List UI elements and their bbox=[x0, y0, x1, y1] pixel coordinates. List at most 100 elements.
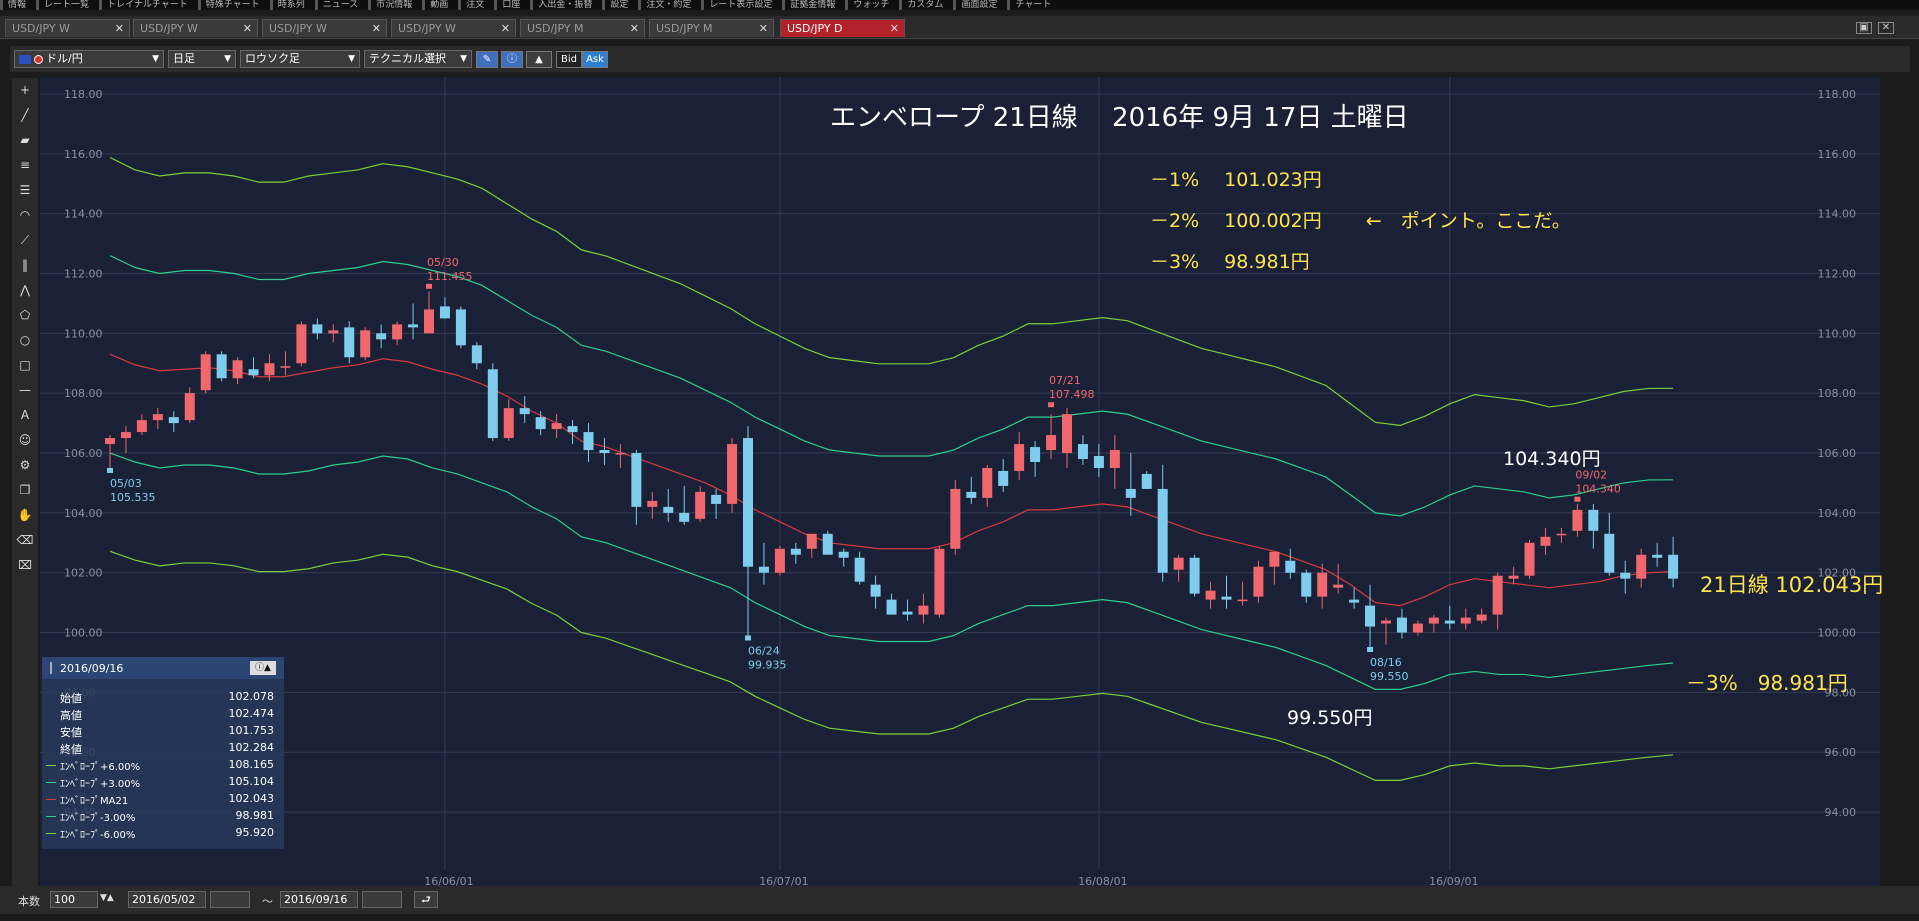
candle-body bbox=[790, 548, 801, 555]
to-time-input[interactable] bbox=[362, 891, 402, 908]
candle-body bbox=[1301, 572, 1312, 597]
apply-icon[interactable]: ⮐ bbox=[414, 891, 438, 908]
candle-body bbox=[663, 506, 674, 513]
candle-body bbox=[1030, 447, 1041, 462]
info-row: ｴﾝﾍﾞﾛｰﾌﾟ+3.00% 105.104 bbox=[42, 774, 284, 791]
candle-body bbox=[1668, 554, 1679, 579]
y-tick-label-right: 114.00 bbox=[1818, 208, 1857, 221]
candle-body bbox=[743, 438, 753, 567]
y-tick-label-right: 104.00 bbox=[1818, 507, 1857, 520]
y-tick-label-left: 112.00 bbox=[64, 268, 103, 281]
info-row-value: 102.284 bbox=[228, 741, 275, 754]
candle-body bbox=[296, 324, 307, 364]
candle-body bbox=[599, 450, 610, 454]
candle-body bbox=[1492, 575, 1503, 615]
info-row-label: 始値 bbox=[60, 692, 82, 705]
y-tick-label-left: 114.00 bbox=[64, 208, 103, 221]
candle-body bbox=[1237, 599, 1248, 602]
candle-body bbox=[408, 324, 419, 328]
y-tick-label-right: 112.00 bbox=[1818, 268, 1857, 281]
info-row: 終値 102.284 bbox=[42, 740, 284, 757]
candle-body bbox=[1173, 557, 1184, 570]
stepper-icon[interactable]: ▼▲ bbox=[100, 893, 114, 903]
candle-body bbox=[854, 557, 865, 582]
extreme-marker bbox=[1574, 496, 1581, 502]
from-date-input[interactable]: 2016/05/02 bbox=[128, 891, 206, 908]
candlestick-chart[interactable]: 118.00 118.00 116.00 116.00 114.00 114.00 112.… bbox=[0, 0, 1919, 921]
candle-body bbox=[567, 426, 578, 433]
candle-body bbox=[679, 512, 690, 522]
candle-body bbox=[695, 491, 706, 519]
candle-body bbox=[727, 444, 738, 504]
ohlc-info-panel: 2016/09/16 ⓘ▲ 始値 102.078 高値 102.474 安値 101.75… bbox=[42, 657, 284, 849]
extreme-value-label: 111.455 bbox=[427, 270, 473, 283]
extreme-value-label: 105.535 bbox=[110, 491, 156, 504]
from-time-input[interactable] bbox=[210, 891, 250, 908]
candle-body bbox=[184, 393, 195, 421]
extreme-date-label: 08/16 bbox=[1370, 656, 1402, 669]
info-collapse-icon[interactable]: ⓘ▲ bbox=[250, 661, 276, 675]
candle-body bbox=[918, 605, 929, 615]
candle-body bbox=[312, 324, 323, 334]
extreme-value-label: 104.340 bbox=[1575, 483, 1621, 496]
y-tick-label-left: 100.00 bbox=[64, 627, 103, 640]
info-row-label: 終値 bbox=[60, 743, 82, 756]
candle-body bbox=[838, 551, 849, 558]
candle-body bbox=[806, 533, 817, 549]
extreme-marker bbox=[1367, 647, 1374, 653]
candle-body bbox=[1460, 617, 1471, 624]
extreme-marker bbox=[745, 635, 751, 641]
candle-body bbox=[1652, 554, 1663, 558]
y-tick-label-right: 116.00 bbox=[1818, 148, 1857, 161]
candle-body bbox=[344, 327, 355, 358]
candle-body bbox=[168, 417, 179, 424]
candle-body bbox=[1604, 533, 1615, 573]
info-row-value: 108.165 bbox=[228, 758, 275, 771]
candle-body bbox=[105, 438, 115, 445]
candle-body bbox=[1349, 599, 1360, 603]
info-row-value: 102.078 bbox=[228, 690, 275, 703]
candle-body bbox=[1540, 536, 1551, 546]
candle-body bbox=[1093, 456, 1104, 468]
candle-body bbox=[1205, 590, 1216, 600]
candle-body bbox=[1062, 414, 1072, 454]
extreme-marker bbox=[1048, 402, 1055, 408]
candle-body bbox=[711, 494, 722, 504]
to-date-input[interactable]: 2016/09/16 bbox=[280, 891, 358, 908]
info-row-label: ｴﾝﾍﾞﾛｰﾌﾟ-6.00% bbox=[60, 830, 136, 841]
extreme-date-label: 06/24 bbox=[748, 644, 780, 657]
count-input[interactable]: 100 bbox=[50, 891, 98, 908]
candle-body bbox=[1381, 620, 1391, 624]
candle-body bbox=[774, 548, 785, 573]
candle-body bbox=[822, 533, 833, 555]
candle-body bbox=[886, 599, 897, 615]
candle-body bbox=[455, 309, 466, 346]
candle-body bbox=[487, 369, 498, 439]
annotation-ma21: 21日線 102.043円 bbox=[1700, 573, 1883, 597]
candle-body bbox=[1476, 614, 1487, 621]
candle-body bbox=[1572, 509, 1583, 531]
series-swatch bbox=[46, 799, 56, 800]
candle-body bbox=[1285, 560, 1296, 573]
extreme-value-label: 107.498 bbox=[1049, 388, 1095, 401]
candle-body bbox=[216, 354, 227, 379]
info-row-value: 102.474 bbox=[228, 707, 275, 720]
candle-body bbox=[1221, 596, 1232, 600]
candle-body bbox=[232, 360, 243, 379]
candle-body bbox=[1125, 488, 1136, 498]
y-tick-label-right: 100.00 bbox=[1818, 627, 1857, 640]
candle-body bbox=[424, 309, 434, 334]
y-tick-label-left: 108.00 bbox=[64, 387, 103, 400]
info-panel-date: 2016/09/16 bbox=[60, 662, 124, 675]
candle-body bbox=[998, 470, 1009, 486]
extreme-marker bbox=[426, 283, 432, 289]
annotation-minus3-right: －3% 98.981円 bbox=[1686, 671, 1848, 695]
series-swatch bbox=[46, 833, 56, 834]
candle-body bbox=[1636, 554, 1647, 579]
info-row-label: ｴﾝﾍﾞﾛｰﾌﾟMA21 bbox=[60, 796, 129, 807]
info-row-label: 安値 bbox=[60, 726, 82, 739]
candle-body bbox=[758, 566, 769, 573]
y-tick-label-left: 116.00 bbox=[64, 148, 103, 161]
candle-body bbox=[248, 369, 259, 376]
y-tick-label-left: 102.00 bbox=[64, 567, 103, 580]
